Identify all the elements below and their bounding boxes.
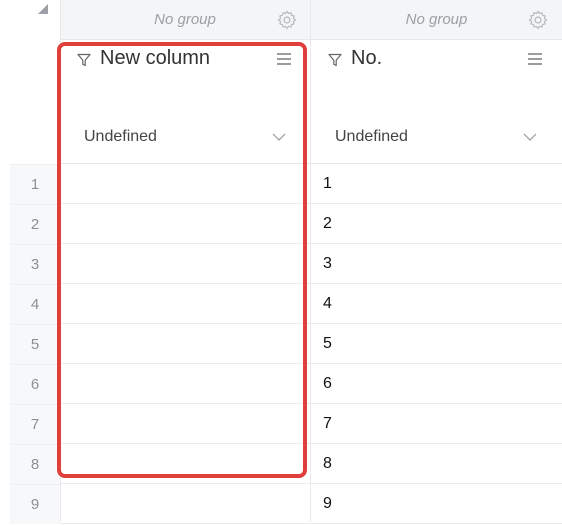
table-cell[interactable]: 7	[311, 404, 562, 444]
column-header-2[interactable]: No. Undefined	[311, 40, 562, 164]
gear-icon[interactable]	[276, 9, 298, 31]
gear-icon[interactable]	[527, 9, 549, 31]
column-divider	[60, 0, 61, 522]
row-number[interactable]: 9	[10, 484, 60, 524]
table-cell[interactable]	[60, 484, 310, 524]
table-cell[interactable]	[60, 204, 310, 244]
column-title[interactable]: New column	[100, 47, 210, 70]
column-type-select[interactable]: Undefined	[335, 128, 408, 146]
column-header-1[interactable]: New column Undefined	[60, 40, 310, 164]
row-number[interactable]: 7	[10, 404, 60, 444]
row-number[interactable]: 8	[10, 444, 60, 484]
table-cell[interactable]	[60, 404, 310, 444]
column-body-1	[60, 164, 310, 524]
table-cell[interactable]: 2	[311, 204, 562, 244]
row-number[interactable]: 4	[10, 284, 60, 324]
table-cell[interactable]: 3	[311, 244, 562, 284]
select-all-corner[interactable]	[10, 0, 60, 164]
select-all-icon[interactable]	[38, 4, 48, 14]
table-cell[interactable]: 8	[311, 444, 562, 484]
table-cell[interactable]	[60, 324, 310, 364]
table-cell[interactable]: 1	[311, 164, 562, 204]
row-number[interactable]: 2	[10, 204, 60, 244]
filter-icon[interactable]	[327, 52, 343, 68]
table-cell[interactable]: 5	[311, 324, 562, 364]
row-number[interactable]: 6	[10, 364, 60, 404]
chevron-down-icon[interactable]	[272, 132, 286, 142]
filter-icon[interactable]	[76, 52, 92, 68]
group-header-2[interactable]: No group	[311, 0, 562, 40]
row-number-column: 1 2 3 4 5 6 7 8 9	[10, 164, 60, 524]
row-number[interactable]: 3	[10, 244, 60, 284]
table-cell[interactable]	[60, 244, 310, 284]
table-cell[interactable]: 6	[311, 364, 562, 404]
group-label: No group	[154, 11, 216, 28]
column-divider[interactable]	[310, 0, 311, 522]
table-cell[interactable]: 4	[311, 284, 562, 324]
menu-icon[interactable]	[527, 52, 543, 66]
column-title[interactable]: No.	[351, 47, 382, 70]
table-cell[interactable]	[60, 164, 310, 204]
chevron-down-icon[interactable]	[523, 132, 537, 142]
table-cell[interactable]	[60, 284, 310, 324]
table-cell[interactable]	[60, 444, 310, 484]
table-cell[interactable]: 9	[311, 484, 562, 524]
group-label: No group	[405, 11, 468, 28]
group-header-1[interactable]: No group	[60, 0, 310, 40]
spreadsheet-grid: No group No group New column Undefined N…	[0, 0, 562, 524]
menu-icon[interactable]	[276, 52, 292, 66]
column-type-select[interactable]: Undefined	[84, 128, 157, 146]
table-cell[interactable]	[60, 364, 310, 404]
row-number[interactable]: 1	[10, 164, 60, 204]
column-body-2: 1 2 3 4 5 6 7 8 9	[311, 164, 562, 524]
row-number[interactable]: 5	[10, 324, 60, 364]
